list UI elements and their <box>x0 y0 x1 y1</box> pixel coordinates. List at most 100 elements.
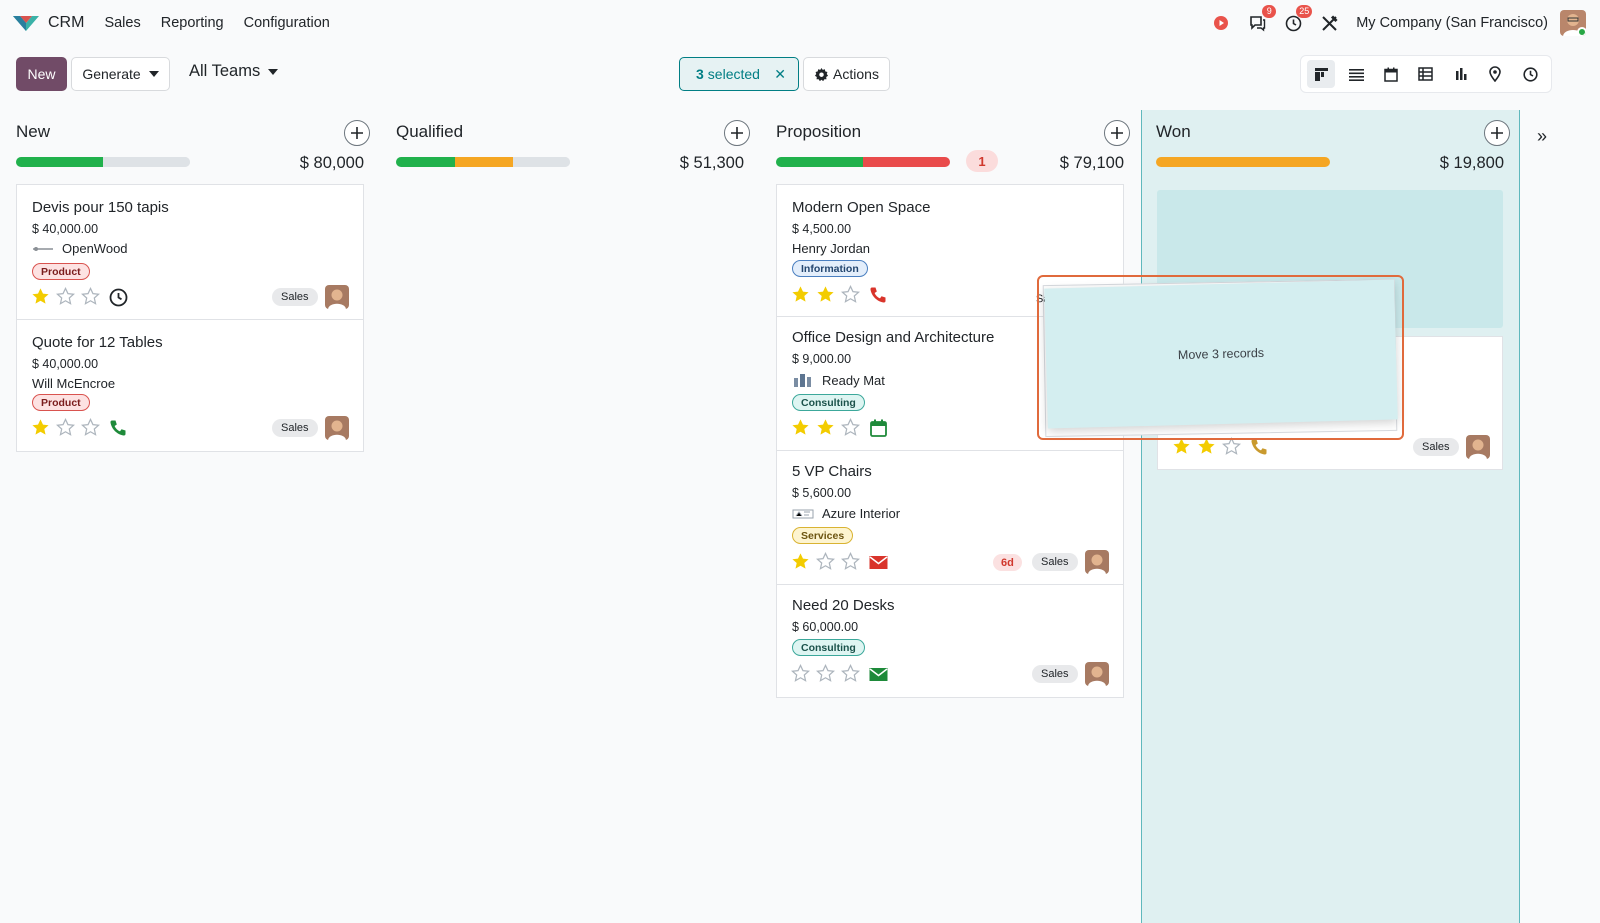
column-cards-new: Devis pour 150 tapis $ 40,000.00 OpenWoo… <box>16 184 364 452</box>
activities-clock-icon[interactable]: 25 <box>1284 5 1313 32</box>
star-filled-icon[interactable] <box>791 418 810 437</box>
star-empty-icon[interactable] <box>56 287 75 306</box>
star-empty-icon[interactable] <box>841 285 860 304</box>
envelope-icon[interactable] <box>868 552 888 572</box>
app-brand[interactable]: CRM <box>12 13 84 33</box>
progress-bar[interactable] <box>776 157 950 167</box>
tag-badge: Information <box>792 260 868 277</box>
phone-icon[interactable] <box>108 418 128 438</box>
menu-configuration[interactable]: Configuration <box>244 15 330 31</box>
actions-button[interactable]: Actions <box>803 57 890 91</box>
selection-pill[interactable]: 3 selected ✕ <box>679 57 799 91</box>
pivot-view-icon[interactable] <box>1412 60 1440 88</box>
kanban-card[interactable]: 5 VP Chairs $ 5,600.00 Azure Interior Se… <box>777 451 1123 585</box>
column-total: $ 19,800 <box>1439 154 1504 172</box>
messages-icon[interactable]: 9 <box>1248 5 1277 32</box>
progress-bar[interactable] <box>16 157 190 167</box>
column-total: $ 80,000 <box>299 154 364 172</box>
azure-logo-icon <box>792 509 814 518</box>
kanban-card[interactable]: Quote for 12 Tables $ 40,000.00 Will McE… <box>17 320 363 451</box>
progress-bar[interactable] <box>1156 157 1330 167</box>
priority-stars[interactable] <box>791 285 866 304</box>
progress-segment-green[interactable] <box>16 157 103 167</box>
quick-create-plus-icon[interactable] <box>344 120 370 146</box>
list-view-icon[interactable] <box>1342 60 1370 88</box>
quick-create-plus-icon[interactable] <box>1104 120 1130 146</box>
activity-view-icon[interactable] <box>1516 60 1544 88</box>
priority-stars[interactable] <box>31 287 106 306</box>
user-avatar[interactable] <box>1560 10 1586 36</box>
salesperson-avatar[interactable] <box>1085 662 1109 686</box>
star-empty-icon[interactable] <box>841 664 860 683</box>
star-filled-icon[interactable] <box>791 552 810 571</box>
star-filled-icon[interactable] <box>816 285 835 304</box>
salesperson-avatar[interactable] <box>1466 435 1490 459</box>
kanban-view-icon[interactable] <box>1307 60 1336 88</box>
progress-segment-green[interactable] <box>396 157 456 167</box>
progress-segment-grey <box>103 157 190 167</box>
tag-badge: Product <box>32 394 90 411</box>
priority-stars[interactable] <box>31 418 106 437</box>
fold-columns-icon[interactable]: » <box>1537 126 1547 147</box>
star-filled-icon[interactable] <box>816 418 835 437</box>
star-empty-icon[interactable] <box>816 552 835 571</box>
salesperson-avatar[interactable] <box>325 285 349 309</box>
star-empty-icon[interactable] <box>56 418 75 437</box>
star-empty-icon[interactable] <box>841 552 860 571</box>
new-button[interactable]: New <box>16 57 67 91</box>
tools-icon[interactable] <box>1320 14 1338 32</box>
crm-logo-icon <box>13 16 39 31</box>
priority-stars[interactable] <box>791 664 866 683</box>
team-badge: Sales <box>272 288 318 306</box>
star-empty-icon[interactable] <box>791 664 810 683</box>
card-title: 5 VP Chairs <box>792 463 872 480</box>
star-empty-icon[interactable] <box>81 418 100 437</box>
star-filled-icon[interactable] <box>31 418 50 437</box>
envelope-icon[interactable] <box>868 664 888 684</box>
column-total: $ 51,300 <box>679 154 744 172</box>
card-title: Quote for 12 Tables <box>32 334 163 351</box>
star-filled-icon[interactable] <box>31 287 50 306</box>
calendar-icon[interactable] <box>868 418 888 438</box>
progress-bar[interactable] <box>396 157 570 167</box>
card-amount: $ 5,600.00 <box>792 486 852 500</box>
quick-create-plus-icon[interactable] <box>724 120 750 146</box>
overdue-count-badge[interactable]: 1 <box>966 150 998 172</box>
calendar-view-icon[interactable] <box>1377 60 1405 88</box>
kanban-card[interactable]: Devis pour 150 tapis $ 40,000.00 OpenWoo… <box>17 185 363 320</box>
partner-name: Azure Interior <box>822 506 901 521</box>
phone-icon[interactable] <box>1249 437 1269 457</box>
card-title: Office Design and Architecture <box>792 329 995 346</box>
progress-segment-green[interactable] <box>776 157 863 167</box>
map-view-icon[interactable] <box>1481 60 1509 88</box>
control-panel: New Generate All Teams 3 selected ✕ Acti… <box>0 50 1600 98</box>
gear-icon <box>814 67 829 81</box>
star-empty-icon[interactable] <box>81 287 100 306</box>
star-empty-icon[interactable] <box>841 418 860 437</box>
teams-label: All Teams <box>189 62 261 80</box>
progress-segment-orange[interactable] <box>1156 157 1330 167</box>
salesperson-avatar[interactable] <box>1085 550 1109 574</box>
quick-create-plus-icon[interactable] <box>1484 120 1510 146</box>
phone-icon[interactable] <box>868 285 888 305</box>
progress-segment-red[interactable] <box>863 157 950 167</box>
priority-stars[interactable] <box>791 418 866 437</box>
star-empty-icon[interactable] <box>816 664 835 683</box>
record-icon[interactable] <box>1212 14 1230 32</box>
priority-stars[interactable] <box>791 552 866 571</box>
progress-segment-orange[interactable] <box>455 157 513 167</box>
clock-icon[interactable] <box>108 287 128 307</box>
generate-button[interactable]: Generate <box>71 57 170 91</box>
graph-view-icon[interactable] <box>1446 60 1474 88</box>
card-amount: $ 60,000.00 <box>792 620 859 634</box>
openwood-logo-icon <box>33 246 53 251</box>
menu-sales[interactable]: Sales <box>104 15 140 31</box>
company-switcher[interactable]: My Company (San Francisco) <box>1356 15 1548 31</box>
menu-reporting[interactable]: Reporting <box>161 15 224 31</box>
clear-selection-icon[interactable]: ✕ <box>774 66 786 83</box>
kanban-card[interactable]: Need 20 Desks $ 60,000.00 Consulting Sal… <box>777 585 1123 697</box>
card-partner: Azure Interior <box>792 506 900 521</box>
teams-dropdown[interactable]: All Teams <box>189 62 279 81</box>
star-filled-icon[interactable] <box>791 285 810 304</box>
salesperson-avatar[interactable] <box>325 416 349 440</box>
